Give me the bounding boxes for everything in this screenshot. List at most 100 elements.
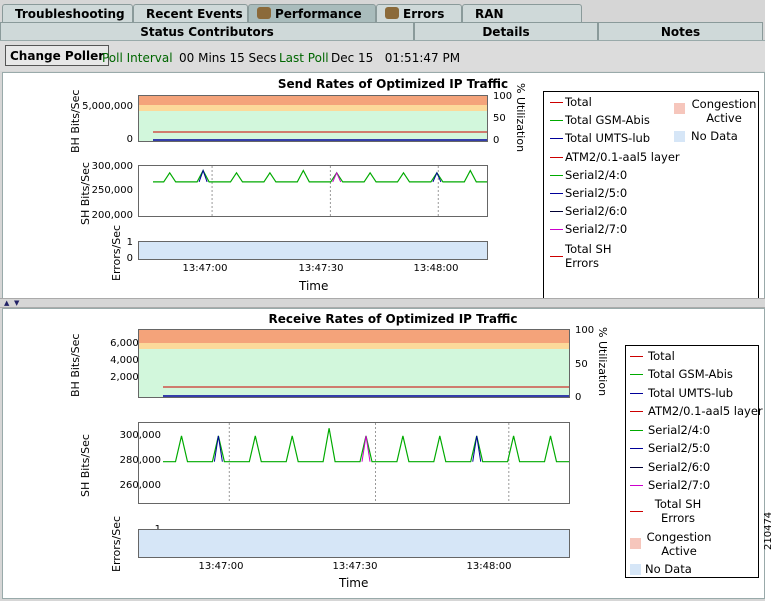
chart-title: Receive Rates of Optimized IP Traffic [268, 312, 518, 326]
x-tick: 13:47:30 [298, 263, 344, 274]
errors-plot [138, 241, 488, 260]
legend-swatch [630, 356, 643, 357]
x-tick: 13:47:00 [198, 561, 244, 572]
tab-label: Status Contributors [140, 25, 274, 39]
errors-icon [385, 7, 399, 19]
legend-item-umts: Total UMTS-lub [550, 131, 650, 145]
bh-plot-svg [139, 330, 569, 397]
legend-label: Serial2/5:0 [565, 186, 628, 200]
tab-troubleshooting[interactable]: Troubleshooting [2, 4, 133, 22]
normal-band [139, 349, 569, 397]
y2-tick: 100 [493, 91, 513, 102]
sh-plot-svg [153, 166, 487, 216]
tab-details[interactable]: Details [414, 22, 598, 40]
collapse-down-icon[interactable]: ▼ [14, 299, 19, 307]
y-tick: 250,000 [91, 185, 133, 196]
x-tick: 13:47:30 [332, 561, 378, 572]
legend-item-congestion: Congestion Active [674, 97, 758, 125]
poll-bar: Change Poller Poll Interval 00 Mins 15 S… [0, 40, 765, 71]
legend-item-total: Total [630, 349, 675, 363]
legend-item-total: Total [550, 95, 592, 109]
legend-label: Serial2/6:0 [648, 460, 711, 474]
split-pane-divider[interactable]: ▲ ▼ [0, 298, 765, 308]
legend-item-serial-2-7: Serial2/7:0 [630, 478, 710, 492]
receive-rates-panel: Receive Rates of Optimized IP Traffic BH… [2, 308, 765, 599]
sub-tab-bar: Status Contributors Details Notes [0, 22, 765, 40]
bh-plot-svg [139, 96, 487, 141]
tab-notes[interactable]: Notes [598, 22, 763, 40]
legend: Total Total GSM-Abis Total UMTS-lub ATM2… [543, 91, 759, 300]
change-poller-button[interactable]: Change Poller [5, 45, 110, 66]
legend-swatch [550, 175, 563, 176]
legend-label: No Data [645, 562, 692, 576]
legend-swatch [630, 538, 641, 549]
poll-interval-value: 00 Mins 15 Secs [179, 51, 277, 65]
congestion-band [139, 96, 487, 105]
bh-plot [138, 95, 488, 142]
legend-swatch [630, 448, 643, 449]
legend-label: Total UMTS-lub [565, 131, 651, 145]
tab-errors[interactable]: Errors [376, 4, 462, 22]
legend-item-serial-2-4: Serial2/4:0 [550, 168, 627, 182]
legend: Total Total GSM-Abis Total UMTS-lub ATM2… [625, 345, 763, 578]
send-rates-panel: Send Rates of Optimized IP Traffic BH Bi… [2, 72, 765, 300]
legend-swatch [550, 211, 563, 212]
performance-icon [257, 7, 271, 19]
legend-label: Serial2/5:0 [648, 441, 711, 455]
chart-title: Send Rates of Optimized IP Traffic [277, 77, 509, 91]
series-line-serial [163, 428, 569, 463]
sh-plot [138, 165, 488, 217]
legend-label: Total SH Errors [565, 242, 612, 270]
legend-swatch [550, 157, 563, 158]
congestion-band [139, 330, 569, 343]
legend-label: Total GSM-Abis [648, 367, 733, 381]
legend-swatch [550, 229, 563, 230]
figure-id: 210474 [763, 511, 774, 550]
warning-band [139, 105, 487, 111]
legend-label: Serial2/6:0 [565, 204, 628, 218]
legend-item-serial-2-4: Serial2/4:0 [630, 423, 710, 437]
legend-item-serial-2-6: Serial2/6:0 [630, 460, 710, 474]
y2-tick: 50 [493, 113, 506, 124]
tab-label: Errors [403, 7, 445, 21]
tab-recent-events[interactable]: Recent Events [133, 4, 248, 22]
y-tick: 1 [126, 237, 133, 248]
tab-status-contributors[interactable]: Status Contributors [0, 22, 414, 40]
legend-item-no-data: No Data [630, 562, 692, 576]
legend-item-sh-errors: Total SH Errors [630, 497, 708, 525]
y-tick: 0 [126, 134, 133, 145]
legend-label: Congestion Active [691, 97, 757, 125]
legend-label: No Data [691, 129, 738, 143]
legend-swatch [630, 564, 641, 575]
legend-item-congestion: Congestion Active [630, 530, 714, 558]
tab-ran-shorthauls[interactable]: RAN Shorthauls [462, 4, 582, 39]
y2-tick: 0 [493, 135, 500, 146]
legend-label: Congestion Active [646, 530, 712, 558]
legend-item-serial-2-5: Serial2/5:0 [550, 186, 627, 200]
legend-item-gsm: Total GSM-Abis [630, 367, 733, 381]
legend-item-atm: ATM2/0.1-aal5 layer [630, 404, 763, 418]
warning-band [139, 343, 569, 349]
legend-swatch [630, 393, 643, 394]
legend-swatch [550, 193, 563, 194]
bh-plot [138, 329, 570, 398]
legend-label: Serial2/4:0 [648, 423, 711, 437]
legend-swatch [630, 485, 643, 486]
legend-swatch [630, 374, 643, 375]
sh-plot-svg [163, 423, 569, 503]
legend-label: Total UMTS-lub [648, 386, 734, 400]
y-tick: 5,000,000 [82, 101, 133, 112]
x-axis-label: Time [339, 576, 369, 590]
legend-label: Total [565, 95, 592, 109]
tab-performance[interactable]: Performance [248, 4, 376, 22]
legend-swatch [674, 103, 685, 114]
y2-tick: 0 [575, 392, 582, 403]
y2-tick: 50 [575, 359, 588, 370]
main-tab-bar: Troubleshooting Recent Events Performanc… [0, 0, 765, 39]
collapse-up-icon[interactable]: ▲ [4, 299, 9, 307]
y-tick: 300,000 [91, 161, 133, 172]
x-tick: 13:48:00 [466, 561, 512, 572]
tab-label: Recent Events [146, 7, 243, 21]
y2-tick: 100 [575, 325, 595, 336]
x-tick: 13:48:00 [413, 263, 459, 274]
